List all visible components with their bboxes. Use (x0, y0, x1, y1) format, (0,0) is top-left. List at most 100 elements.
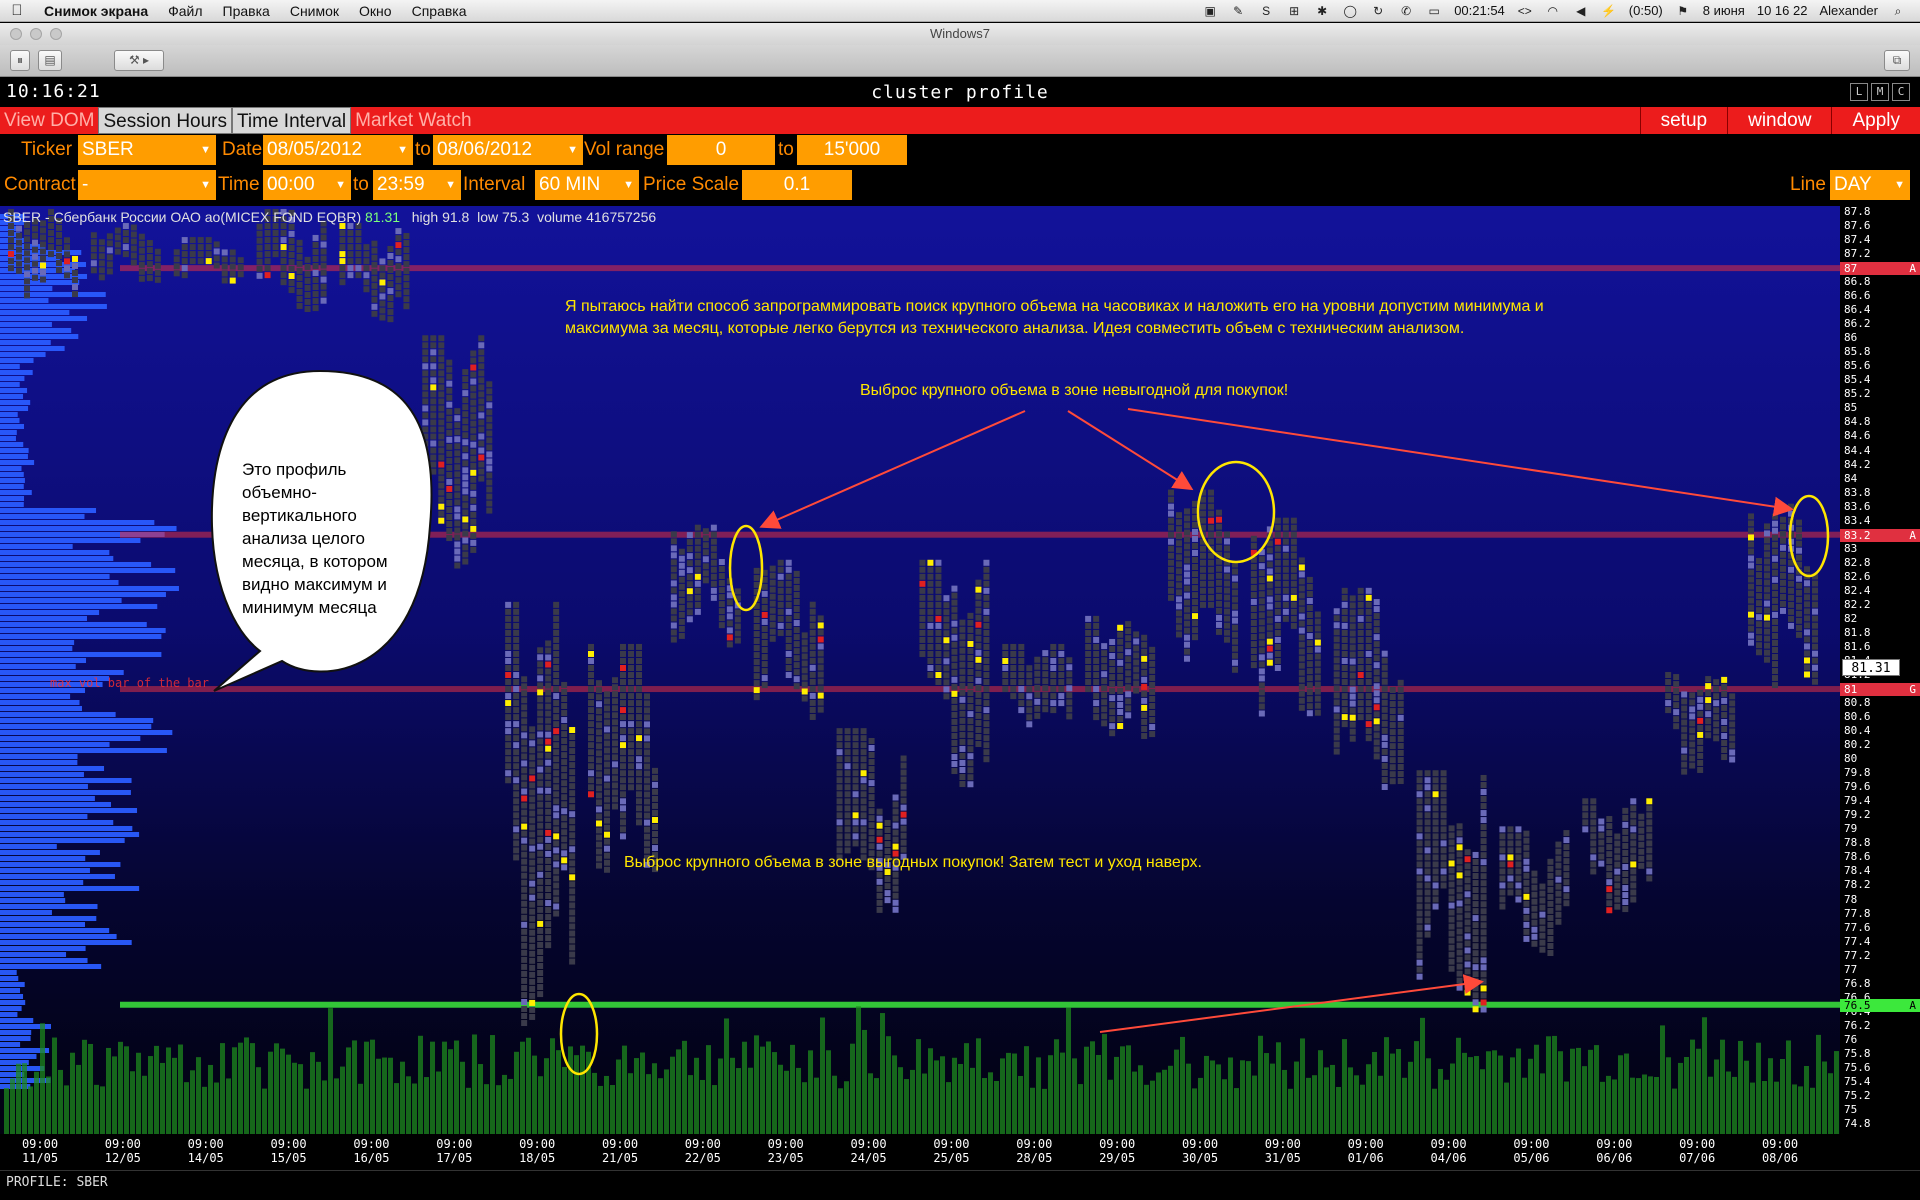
cluster-cell (537, 991, 544, 998)
menu-edit[interactable]: Правка (213, 3, 280, 19)
cluster-cell (8, 258, 14, 265)
volume-histogram-bar (1456, 1037, 1461, 1134)
cluster-cell (1424, 931, 1431, 938)
battery-icon[interactable]: ▭ (1426, 4, 1442, 18)
cluster-cell (379, 314, 386, 321)
cluster-cell (628, 763, 634, 770)
contract-select[interactable]: - ▼ (78, 170, 216, 200)
menu-help[interactable]: Справка (402, 3, 477, 19)
cluster-cell (588, 714, 594, 721)
dropbox-icon[interactable]: ▣ (1202, 4, 1218, 18)
sync-icon[interactable]: ↻ (1370, 4, 1386, 18)
spotlight-icon[interactable]: ⌕ (1890, 4, 1906, 18)
cluster-cell (927, 580, 934, 587)
flag-icon[interactable]: ⚑ (1675, 4, 1691, 18)
pause-button[interactable]: ⏸ (10, 50, 30, 71)
volume-histogram-bar (1768, 1058, 1773, 1134)
cluster-cell (975, 586, 982, 593)
cluster-cell (628, 679, 634, 686)
vol-from-input[interactable]: 0 (667, 135, 775, 165)
snapshot-button[interactable]: ▤ (38, 50, 62, 71)
charge-icon[interactable]: ⚡ (1601, 4, 1617, 18)
chart-canvas[interactable] (0, 206, 1920, 1134)
spaces-icon[interactable]: ⊞ (1286, 4, 1302, 18)
layout-m-button[interactable]: M (1871, 83, 1889, 101)
layout-l-button[interactable]: L (1850, 83, 1868, 101)
cluster-cell (486, 451, 493, 458)
cluster-cell (927, 587, 934, 594)
volume-histogram-bar (1360, 1084, 1365, 1134)
skype-icon[interactable]: S (1258, 4, 1274, 18)
price-tick-label: 87.2 (1844, 247, 1871, 261)
apple-menu-icon[interactable]:  (0, 2, 34, 19)
cluster-cell (1507, 868, 1514, 875)
menubar-date[interactable]: 8 июня (1703, 3, 1745, 18)
close-icon[interactable] (10, 28, 22, 40)
menubar-user[interactable]: Alexander (1819, 3, 1878, 18)
chat-icon[interactable]: ◯ (1342, 4, 1358, 18)
cluster-cell (1507, 882, 1514, 889)
phone-icon[interactable]: ✆ (1398, 4, 1414, 18)
time-from-select[interactable]: 00:00 ▼ (263, 170, 351, 200)
cluster-chart[interactable]: SBER - Сбербанк России ОАО ао(MICEX FOND… (0, 206, 1920, 1134)
price-scale-input[interactable]: 0.1 (742, 170, 852, 200)
setup-button[interactable]: setup (1639, 107, 1727, 134)
vol-to-input[interactable]: 15'000 (797, 135, 907, 165)
cluster-cell (1232, 610, 1238, 617)
cluster-cell (1093, 672, 1100, 679)
cluster-cell (1555, 883, 1562, 890)
line-select[interactable]: DAY ▼ (1830, 170, 1910, 200)
menu-window[interactable]: Окно (349, 3, 402, 19)
menu-capture[interactable]: Снимок (280, 3, 349, 19)
menubar-time[interactable]: 10 16 22 (1757, 3, 1808, 18)
cluster-cell (1416, 952, 1423, 959)
cluster-cell (339, 265, 346, 272)
apply-button[interactable]: Apply (1831, 107, 1920, 134)
window-button[interactable]: window (1727, 107, 1831, 134)
cluster-cell (304, 277, 311, 284)
cluster-cell (1002, 650, 1009, 657)
tab-market-watch[interactable]: Market Watch (351, 107, 476, 134)
wifi-icon[interactable]: ◠ (1545, 4, 1561, 18)
bluetooth-icon[interactable]: ✱ (1314, 4, 1330, 18)
cluster-cell (761, 611, 768, 618)
minimize-icon[interactable] (30, 28, 42, 40)
layout-c-button[interactable]: C (1892, 83, 1910, 101)
cluster-cell (1630, 875, 1637, 882)
cluster-cell (1812, 601, 1818, 608)
time-to-select[interactable]: 23:59 ▼ (373, 170, 461, 200)
cluster-cell (636, 812, 642, 819)
volume-icon[interactable]: ◀ (1573, 4, 1589, 18)
cluster-cell (975, 579, 982, 586)
cluster-cell (569, 811, 576, 818)
menu-app-name[interactable]: Снимок экрана (34, 3, 158, 19)
interval-select[interactable]: 60 MIN ▼ (535, 170, 639, 200)
cluster-cell (1357, 650, 1364, 657)
tab-time-interval[interactable]: Time Interval (232, 107, 352, 134)
ticker-select[interactable]: SBER ▼ (78, 135, 216, 165)
cluster-cell (403, 289, 410, 296)
cluster-cell (553, 650, 560, 657)
cluster-cell (652, 774, 658, 781)
cluster-cell (114, 234, 121, 241)
volume-profile-bar (0, 382, 20, 387)
settings-tool-button[interactable]: ⚒ ▸ (114, 50, 164, 71)
cluster-cell (505, 643, 512, 650)
cluster-cell (1456, 879, 1463, 886)
cluster-cell (1748, 611, 1754, 618)
code-icon[interactable]: <> (1517, 4, 1533, 18)
cluster-cell (1764, 600, 1770, 607)
tab-view-dom[interactable]: View DOM (0, 107, 98, 134)
menu-file[interactable]: Файл (158, 3, 212, 19)
cluster-cell (927, 566, 934, 573)
cluster-cell (753, 638, 760, 645)
cluster-cell (561, 850, 568, 857)
date-to-select[interactable]: 08/06/2012 ▼ (433, 135, 583, 165)
cluster-cell (1224, 615, 1230, 622)
zoom-icon[interactable] (50, 28, 62, 40)
evernote-icon[interactable]: ✎ (1230, 4, 1246, 18)
tab-session-hours[interactable]: Session Hours (98, 107, 233, 134)
cluster-cell (545, 766, 552, 773)
fullscreen-button[interactable]: ⧉ (1884, 50, 1910, 71)
date-from-select[interactable]: 08/05/2012 ▼ (263, 135, 413, 165)
